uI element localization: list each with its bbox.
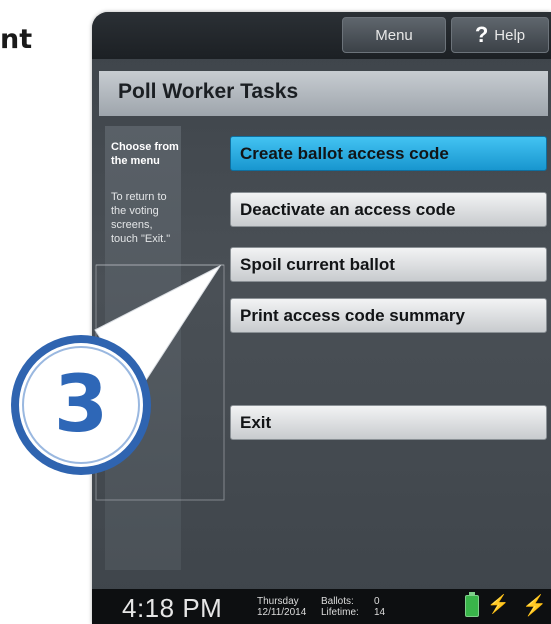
instructions-text: To return to the voting screens, touch "… — [111, 191, 171, 245]
voting-device-screen: Menu ? Help Poll Worker Tasks Choose fro… — [92, 12, 551, 624]
create-ballot-access-code-button[interactable]: Create ballot access code — [230, 136, 547, 171]
task-label: Print access code summary — [240, 305, 465, 325]
clock-time: 4:18 PM — [122, 593, 223, 623]
help-icon: ? — [474, 22, 489, 47]
spoil-current-ballot-button[interactable]: Spoil current ballot — [230, 247, 547, 282]
task-label: Spoil current ballot — [240, 254, 395, 274]
top-bar: Menu ? Help — [92, 12, 551, 59]
day-label: Thursday — [257, 596, 299, 607]
task-label: Create ballot access code — [240, 143, 449, 163]
lifetime-label: Lifetime: — [321, 607, 359, 618]
exit-button[interactable]: Exit — [230, 405, 547, 440]
deactivate-access-code-button[interactable]: Deactivate an access code — [230, 192, 547, 227]
instructions-heading: Choose from the menu — [111, 141, 179, 167]
date-label: 12/11/2014 — [257, 607, 307, 618]
menu-button[interactable]: Menu — [342, 17, 446, 53]
task-label: Exit — [240, 412, 272, 432]
menu-button-label: Menu — [375, 26, 413, 44]
lifetime-count: 14 — [374, 607, 386, 618]
callout-step-number: 3 — [53, 360, 109, 450]
help-button[interactable]: ? Help — [451, 17, 549, 53]
page-title: Poll Worker Tasks — [118, 80, 299, 103]
power-plug-connected-icon: ⚡ — [522, 595, 547, 617]
help-button-label: Help — [494, 26, 526, 44]
task-label: Deactivate an access code — [240, 199, 456, 219]
title-bar: Poll Worker Tasks — [99, 71, 548, 116]
print-access-code-summary-button[interactable]: Print access code summary — [230, 298, 547, 333]
ballots-label: Ballots: — [321, 596, 354, 607]
battery-icon — [465, 592, 479, 617]
power-plug-disconnected-icon: ⚡ — [487, 594, 510, 614]
status-bar: 4:18 PM Thursday 12/11/2014 Ballots: 0 L… — [92, 589, 551, 624]
ballots-count: 0 — [374, 596, 380, 607]
page-heading-fragment: nt — [0, 24, 33, 55]
